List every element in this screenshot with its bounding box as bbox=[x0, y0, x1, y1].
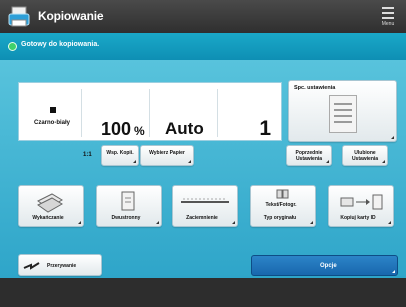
id-card-copy-icon bbox=[340, 194, 383, 210]
document-line bbox=[334, 109, 352, 111]
interrupt-label: Przerywanie bbox=[47, 263, 77, 269]
ratio-value: 100% bbox=[101, 119, 145, 140]
corner-arrow-icon bbox=[326, 160, 329, 163]
color-mode-cell[interactable]: Czarno-biały bbox=[19, 83, 80, 142]
previous-settings-button[interactable]: Poprzednie Ustawienia bbox=[286, 145, 332, 166]
corner-arrow-icon bbox=[310, 221, 313, 224]
copy-ratio-button[interactable]: Wsp. Kopii. bbox=[101, 145, 139, 166]
color-mode-label: Czarno-biały bbox=[34, 120, 71, 126]
divider bbox=[217, 89, 218, 137]
density-label: Zaciemnienie bbox=[186, 215, 218, 221]
original-type-button[interactable]: Tekst/Fotogr. Typ oryginału bbox=[250, 185, 316, 227]
id-card-copy-label: Kopiuj karty ID bbox=[340, 215, 376, 221]
corner-arrow-icon bbox=[391, 136, 394, 139]
corner-arrow-icon bbox=[156, 221, 159, 224]
ratio-one-to-one-button[interactable]: 1:1 bbox=[83, 152, 92, 158]
status-bar: Gotowy do kopiowania. bbox=[0, 33, 406, 60]
black-white-icon bbox=[50, 107, 56, 113]
select-paper-button[interactable]: Wybierz Papier bbox=[140, 145, 194, 166]
menu-icon-bar bbox=[382, 7, 394, 9]
interrupt-icon bbox=[23, 262, 40, 270]
copy-app-icon bbox=[8, 6, 30, 27]
status-message: Gotowy do kopiowania. bbox=[21, 41, 100, 48]
menu-icon-bar bbox=[382, 12, 394, 14]
copy-ratio-label: Wsp. Kopii. bbox=[106, 150, 134, 156]
density-icon bbox=[181, 198, 229, 203]
previous-settings-label: Poprzednie Ustawienia bbox=[295, 150, 323, 162]
ready-status-icon bbox=[8, 42, 17, 51]
app-title: Kopiowanie bbox=[38, 9, 104, 23]
corner-arrow-icon bbox=[382, 160, 385, 163]
special-settings-button[interactable]: Spc. ustawienia bbox=[288, 80, 397, 142]
settings-summary-panel: Czarno-biały 100% Auto 1 bbox=[18, 82, 282, 141]
original-type-value: Tekst/Fotogr. bbox=[265, 202, 297, 208]
density-button[interactable]: Zaciemnienie bbox=[172, 185, 238, 227]
ratio-number: 100 bbox=[101, 119, 132, 139]
corner-arrow-icon bbox=[188, 160, 191, 163]
corner-arrow-icon bbox=[388, 221, 391, 224]
menu-button[interactable]: Menu bbox=[380, 4, 396, 28]
menu-icon-bar bbox=[382, 17, 394, 19]
original-type-label: Typ oryginału bbox=[263, 215, 297, 221]
id-card-copy-button[interactable]: Kopiuj karty ID bbox=[328, 185, 394, 227]
finishing-button[interactable]: Wykańczanie bbox=[18, 185, 84, 227]
options-button[interactable]: Opcje bbox=[251, 255, 398, 276]
corner-arrow-icon bbox=[78, 221, 81, 224]
special-settings-label: Spc. ustawienia bbox=[294, 85, 336, 91]
two-sided-icon bbox=[121, 191, 135, 211]
ratio-unit: % bbox=[134, 124, 145, 138]
title-bar: Kopiowanie Menu bbox=[0, 0, 406, 33]
finishing-icon bbox=[37, 193, 63, 213]
corner-arrow-icon bbox=[392, 270, 395, 273]
favorite-settings-label: Ulubione Ustawienia bbox=[351, 150, 379, 162]
options-label: Opcje bbox=[320, 263, 337, 269]
two-sided-label: Dwustronny bbox=[111, 215, 141, 221]
copies-count[interactable]: 1 bbox=[259, 117, 271, 141]
favorite-settings-button[interactable]: Ulubione Ustawienia bbox=[342, 145, 388, 166]
corner-arrow-icon bbox=[232, 221, 235, 224]
document-settings-icon bbox=[329, 95, 357, 133]
document-line bbox=[334, 121, 352, 123]
two-sided-button[interactable]: Dwustronny bbox=[96, 185, 162, 227]
menu-label: Menu bbox=[381, 21, 395, 27]
original-type-icon bbox=[276, 189, 289, 199]
select-paper-label: Wybierz Papier bbox=[149, 150, 185, 156]
document-line bbox=[334, 115, 352, 117]
main-area: Czarno-biały 100% Auto 1 Spc. ustawienia… bbox=[0, 60, 406, 278]
document-line bbox=[334, 103, 352, 105]
footer-bar bbox=[0, 278, 406, 307]
interrupt-button[interactable]: Przerywanie bbox=[18, 254, 102, 276]
paper-value: Auto bbox=[165, 119, 204, 138]
finishing-label: Wykańczanie bbox=[32, 215, 64, 221]
corner-arrow-icon bbox=[133, 160, 136, 163]
